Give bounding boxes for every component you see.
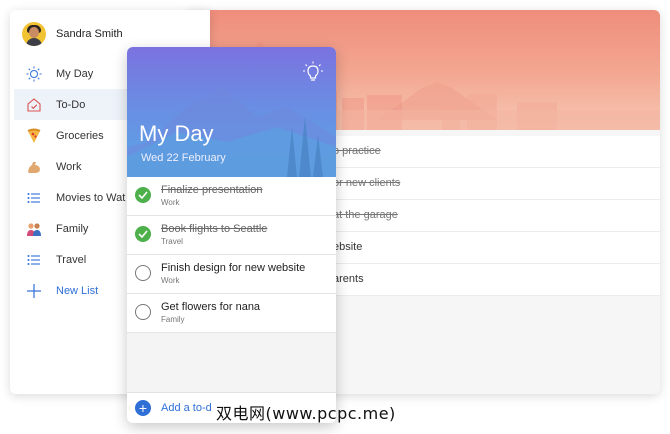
task-title: at the garage (333, 209, 398, 221)
sidebar-item-label: Work (56, 160, 82, 173)
task-title: Get flowers for nana (161, 301, 261, 313)
task-title: o practice (333, 145, 381, 157)
task-title: ebsite (333, 241, 363, 253)
user-account[interactable]: Sandra Smith (22, 20, 123, 48)
sun-icon (26, 66, 42, 82)
pizza-icon (26, 128, 42, 144)
sidebar-item-label: My Day (56, 67, 94, 80)
list-icon (26, 190, 42, 206)
completed-checkbox[interactable] (135, 226, 151, 242)
task-checkbox[interactable] (135, 265, 151, 281)
user-name: Sandra Smith (56, 28, 123, 40)
page-date: Wed 22 February (141, 152, 226, 164)
page-title: My Day (139, 121, 214, 146)
task-title: Finalize presentation (161, 184, 263, 196)
task-list-name: Work (161, 198, 180, 207)
suggestions-icon[interactable] (302, 61, 324, 88)
add-icon: + (135, 400, 151, 416)
task-row[interactable]: Finalize presentation Work (127, 177, 336, 216)
sidebar-item-label: Groceries (56, 129, 104, 142)
list-icon (26, 252, 42, 268)
task-list-name: Family (161, 315, 185, 324)
flexed-arm-icon (26, 159, 42, 175)
sidebar-item-label: Travel (56, 253, 87, 266)
add-task-input[interactable]: Add a to-d (161, 402, 212, 414)
my-day-header: My Day Wed 22 February (127, 47, 336, 177)
plus-icon (26, 283, 42, 299)
my-day-tasks: Finalize presentation Work Book flights … (127, 177, 336, 333)
task-row[interactable]: Finish design for new website Work (127, 255, 336, 294)
task-row[interactable]: Get flowers for nana Family (127, 294, 336, 333)
task-row[interactable]: Book flights to Seattle Travel (127, 216, 336, 255)
task-title: Book flights to Seattle (161, 223, 268, 235)
task-title: or new clients (333, 177, 401, 189)
sidebar-item-label: To-Do (56, 98, 86, 111)
avatar (22, 22, 46, 46)
home-icon (26, 97, 42, 113)
my-day-panel: My Day Wed 22 February Finalize presenta… (127, 47, 336, 423)
watermark: 双电网(www.pcpc.me) (216, 404, 396, 423)
task-list-name: Work (161, 276, 180, 285)
task-list-name: Travel (161, 237, 183, 246)
family-icon (26, 221, 42, 237)
sidebar-item-label: Family (56, 222, 89, 235)
new-list-label: New List (56, 284, 99, 297)
task-checkbox[interactable] (135, 304, 151, 320)
sidebar-item-label: Movies to Wat (56, 191, 126, 204)
task-title: arents (333, 273, 364, 285)
completed-checkbox[interactable] (135, 187, 151, 203)
task-title: Finish design for new website (161, 262, 306, 274)
